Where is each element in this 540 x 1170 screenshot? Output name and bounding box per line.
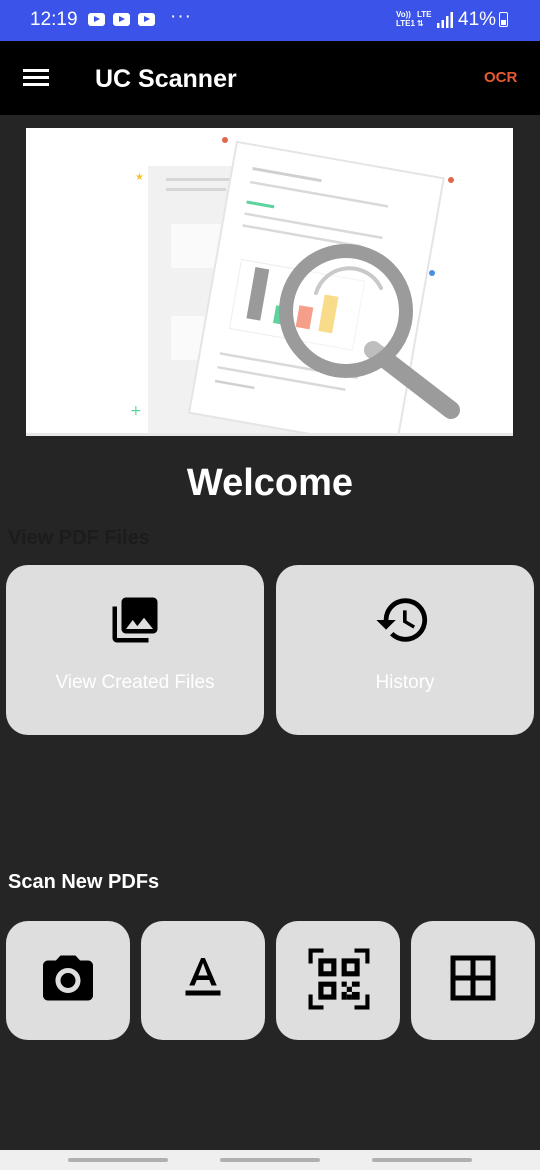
document-search-illustration: ★ + <box>26 137 513 451</box>
scan-qr-button[interactable] <box>276 921 400 1040</box>
grid-icon <box>450 955 496 1001</box>
lte-indicator: LTE ⇅ <box>417 10 432 28</box>
history-label: History <box>375 672 435 693</box>
view-created-files-button[interactable]: View Created Files <box>6 565 264 735</box>
view-created-files-label: View Created Files <box>55 672 215 693</box>
app-title: UC Scanner <box>95 65 237 93</box>
battery-icon <box>499 12 508 27</box>
qr-code-scan-icon <box>308 948 370 1010</box>
signal-icon <box>437 12 453 28</box>
scan-camera-button[interactable] <box>6 921 130 1040</box>
svg-text:★: ★ <box>135 172 144 183</box>
scan-new-pdfs-heading: Scan New PDFs <box>8 871 160 893</box>
status-bar: 12:19 ··· Vo)) LTE1 LTE ⇅ 41% <box>0 0 540 41</box>
youtube-notification-icon <box>138 13 155 26</box>
scan-grid-button[interactable] <box>411 921 535 1040</box>
battery-percent: 41% <box>458 9 497 30</box>
youtube-notification-icon <box>113 13 130 26</box>
history-icon <box>376 598 428 642</box>
ocr-button[interactable]: OCR <box>484 69 517 86</box>
volte-indicator: Vo)) LTE1 <box>396 10 415 28</box>
menu-icon[interactable] <box>23 69 49 87</box>
photo-library-icon <box>112 597 158 643</box>
youtube-notification-icon <box>88 13 105 26</box>
scan-text-button[interactable] <box>141 921 265 1040</box>
svg-text:+: + <box>130 403 142 419</box>
app-bar: UC Scanner OCR <box>0 41 540 115</box>
system-navigation-bar <box>0 1150 540 1170</box>
hero-illustration: ★ + <box>26 128 513 451</box>
view-pdf-files-heading: View PDF Files <box>8 527 150 549</box>
nav-back-handle[interactable] <box>372 1158 472 1162</box>
nav-recents-handle[interactable] <box>68 1158 168 1162</box>
text-format-icon <box>185 958 221 996</box>
more-notifications-icon: ··· <box>170 6 192 27</box>
history-button[interactable]: History <box>276 565 534 735</box>
camera-icon <box>43 955 93 1001</box>
welcome-heading: Welcome <box>186 462 354 504</box>
nav-home-handle[interactable] <box>220 1158 320 1162</box>
status-time: 12:19 <box>30 9 78 30</box>
